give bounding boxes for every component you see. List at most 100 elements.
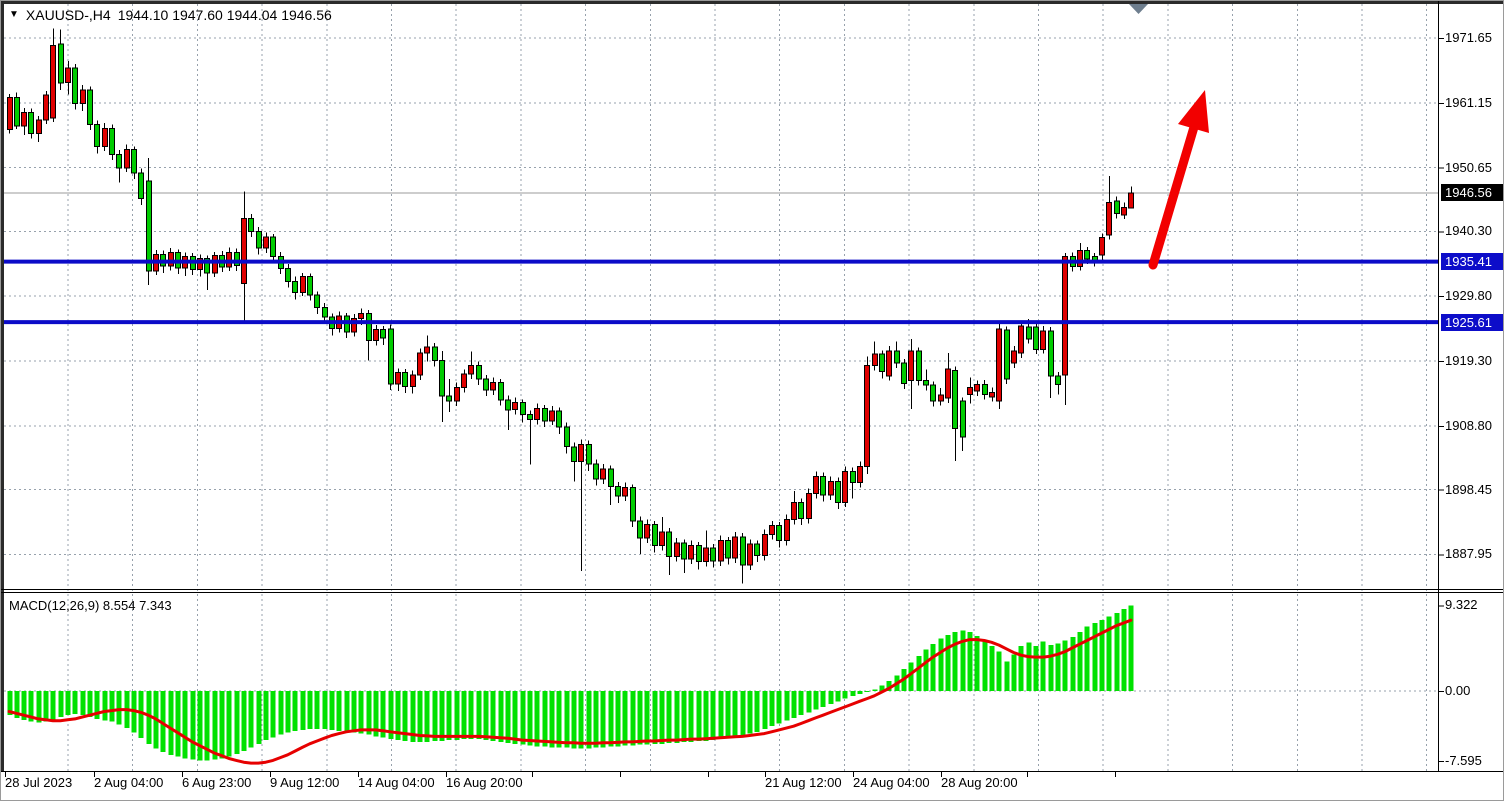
macd-bar	[755, 691, 760, 732]
macd-bar	[477, 691, 482, 739]
macd-bar	[785, 691, 790, 721]
macd-bar	[821, 691, 826, 707]
candle-body-up	[550, 411, 555, 421]
candle-body-down	[631, 488, 636, 521]
candle-body-up	[301, 277, 306, 293]
candle-body-down	[682, 543, 687, 559]
macd-bar	[814, 691, 819, 709]
candle-body-up	[44, 95, 49, 120]
macd-bar	[763, 691, 768, 729]
chart-collapse-icon[interactable]: ▼	[9, 10, 19, 20]
candle-body-down	[572, 447, 577, 462]
macd-bar	[513, 691, 518, 744]
candle-body-down	[257, 231, 262, 248]
candle-body-up	[81, 90, 86, 104]
macd-bar	[770, 691, 775, 726]
trend-arrow-head[interactable]	[1178, 90, 1209, 133]
macd-bar	[506, 691, 511, 743]
candle-body-up	[939, 395, 944, 401]
candle-body-down	[1115, 201, 1120, 213]
macd-bar	[462, 691, 467, 739]
candle-body-down	[961, 401, 966, 437]
macd-bar	[213, 691, 218, 759]
macd-bar	[609, 691, 614, 746]
macd-bar	[865, 691, 870, 692]
candle-body-down	[667, 532, 672, 557]
candlesticks	[8, 28, 1134, 583]
chart-symbol-period: XAUUSD-,H4	[26, 7, 111, 23]
candle-body-up	[425, 347, 430, 353]
trend-arrow-shaft[interactable]	[1153, 117, 1197, 265]
candle-body-up	[997, 329, 1002, 401]
macd-bar	[359, 691, 364, 733]
macd-bar	[198, 691, 203, 760]
candle-body-down	[381, 330, 386, 339]
time-axis-label: 9 Aug 12:00	[270, 775, 339, 790]
candle-body-up	[579, 444, 584, 461]
macd-bar	[594, 691, 599, 747]
candle-body-up	[990, 393, 995, 397]
macd-bar	[227, 691, 232, 757]
candle-body-up	[792, 502, 797, 519]
candle-body-down	[315, 295, 320, 307]
top-border	[1, 1, 1504, 4]
candle-body-down	[924, 381, 929, 385]
candle-body-down	[638, 521, 643, 538]
candle-body-up	[213, 256, 218, 273]
candle-body-down	[117, 154, 122, 168]
candle-body-up	[37, 120, 42, 134]
price-axis-label: 1908.80	[1445, 418, 1503, 434]
candle-body-up	[1129, 193, 1134, 208]
candle-body-down	[433, 347, 438, 361]
macd-bar	[308, 691, 313, 729]
candle-body-up	[418, 353, 423, 375]
macd-bar	[741, 691, 746, 735]
macd-bar	[301, 691, 306, 730]
candle-body-down	[286, 268, 291, 281]
macd-bar	[352, 691, 357, 733]
candle-body-up	[411, 375, 416, 386]
macd-bar	[1049, 645, 1054, 691]
candle-body-up	[513, 402, 518, 409]
macd-bar	[807, 691, 812, 712]
macd-bar	[1056, 643, 1061, 691]
candle-body-up	[843, 471, 848, 502]
candle-body-up	[535, 409, 540, 420]
macd-bar	[645, 691, 650, 745]
macd-bar	[704, 691, 709, 741]
macd-bar	[675, 691, 680, 743]
trend-arrow[interactable]	[1153, 90, 1209, 265]
candle-body-down	[293, 281, 298, 292]
candle-body-up	[1019, 326, 1024, 353]
macd-bar	[917, 656, 922, 691]
macd-bar	[176, 691, 181, 757]
macd-bar	[660, 691, 665, 744]
time-axis-label: 16 Aug 20:00	[446, 775, 523, 790]
macd-histogram	[8, 605, 1134, 760]
macd-bar	[183, 691, 188, 758]
candle-body-down	[726, 541, 731, 558]
support-price-tag: 1925.61	[1441, 314, 1504, 331]
candle-body-down	[1034, 327, 1039, 349]
macd-bar	[667, 691, 672, 743]
candle-body-down	[132, 149, 137, 172]
macd-bar	[953, 632, 958, 691]
macd-bar	[345, 691, 350, 732]
macd-bar	[528, 691, 533, 745]
macd-axis-label: 9.322	[1445, 597, 1503, 613]
candle-body-down	[139, 173, 144, 199]
candle-body-down	[543, 409, 548, 421]
candle-body-down	[323, 307, 328, 317]
chart-shift-marker-icon[interactable]	[1129, 4, 1148, 14]
macd-bar	[1027, 642, 1032, 691]
macd-bar	[653, 691, 658, 744]
macd-bar	[103, 691, 108, 721]
macd-bar	[337, 691, 342, 731]
macd-bar	[139, 691, 144, 738]
candle-body-down	[609, 469, 614, 486]
candle-body-up	[22, 112, 27, 126]
macd-bar	[631, 691, 636, 745]
candle-body-up	[242, 219, 247, 284]
candle-body-down	[616, 486, 621, 496]
candle-body-down	[249, 219, 254, 232]
